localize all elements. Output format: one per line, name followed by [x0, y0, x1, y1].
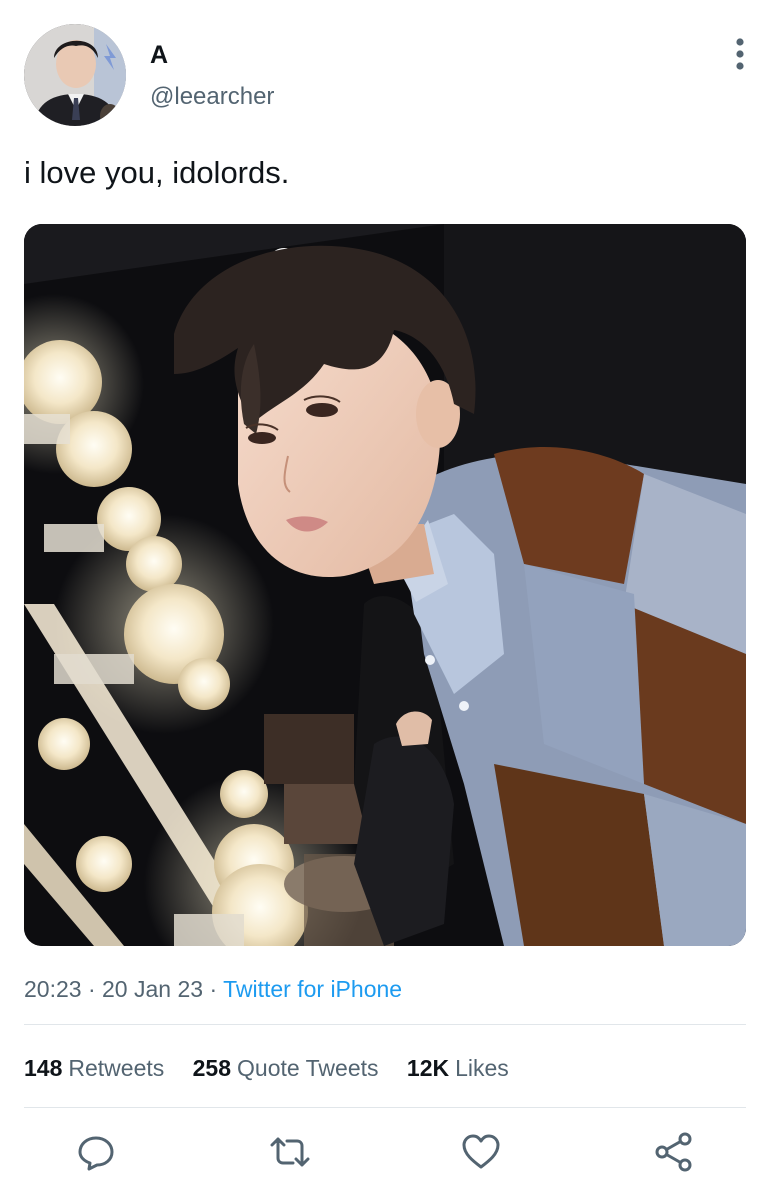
stat-quote-tweets[interactable]: 258 Quote Tweets: [193, 1053, 379, 1083]
quote-tweets-label: Quote Tweets: [237, 1055, 379, 1081]
tweet-photo[interactable]: [24, 224, 746, 946]
tweet-stats: 148 Retweets 258 Quote Tweets 12K Likes: [24, 1053, 531, 1083]
quote-tweets-count: 258: [192, 1055, 232, 1081]
photo-image: [24, 224, 746, 946]
heart-icon: [462, 1134, 500, 1169]
more-options-button[interactable]: [722, 34, 758, 74]
divider: [24, 1107, 746, 1108]
retweets-label: Retweets: [68, 1055, 165, 1081]
tweet-date[interactable]: 20 Jan 23: [102, 976, 203, 1002]
meta-separator: ·: [209, 976, 218, 1002]
divider: [24, 1024, 746, 1025]
tweet-time[interactable]: 20:23: [24, 976, 82, 1002]
stat-likes[interactable]: 12K Likes: [407, 1053, 509, 1083]
tweet-text: i love you, idolords.: [24, 155, 290, 190]
share-button[interactable]: [652, 1130, 696, 1174]
like-button[interactable]: [459, 1130, 503, 1174]
username-handle[interactable]: @leearcher: [150, 82, 274, 112]
retweets-count: 148: [24, 1055, 63, 1081]
meta-separator: ·: [87, 976, 96, 1002]
retweet-icon: [270, 1137, 310, 1167]
reply-button[interactable]: [74, 1130, 118, 1174]
stat-retweets[interactable]: 148 Retweets: [24, 1053, 164, 1083]
display-name[interactable]: A: [150, 40, 168, 70]
tweet-meta: 20:23 · 20 Jan 23 · Twitter for iPhone: [24, 974, 402, 1004]
avatar[interactable]: [24, 24, 126, 126]
reply-icon: [78, 1136, 114, 1171]
share-icon: [655, 1132, 692, 1172]
more-vertical-icon: [736, 38, 744, 70]
avatar-photo: [24, 24, 126, 126]
tweet-source-link[interactable]: Twitter for iPhone: [223, 976, 402, 1002]
retweet-button[interactable]: [268, 1130, 312, 1174]
likes-count: 12K: [406, 1055, 450, 1081]
likes-label: Likes: [455, 1055, 509, 1081]
